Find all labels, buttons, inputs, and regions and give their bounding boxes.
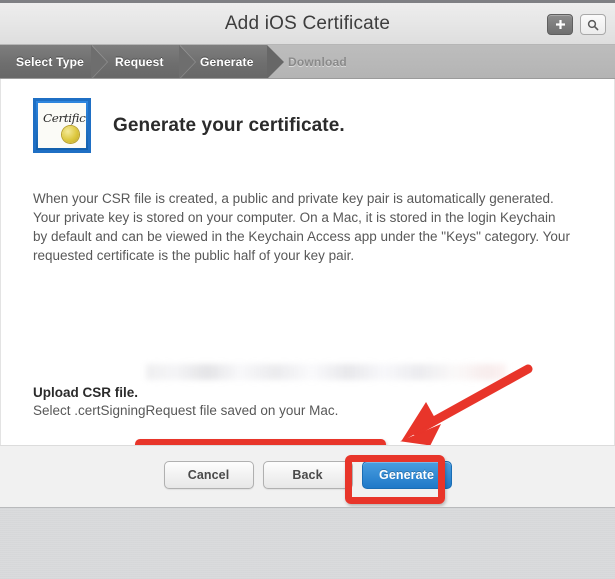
step-label: Select Type [16, 55, 85, 69]
plus-icon [555, 20, 565, 29]
step-current-arrow [267, 45, 284, 78]
certificate-seal-icon [62, 126, 79, 143]
search-button[interactable] [580, 14, 606, 35]
step-request[interactable]: Request [115, 45, 164, 78]
add-button[interactable] [547, 14, 573, 35]
search-icon [587, 19, 599, 30]
step-label: Download [288, 55, 347, 69]
generate-button[interactable]: Generate [361, 461, 452, 489]
content-header: Certificate Generate your certificate. [33, 98, 345, 153]
step-separator-2 [179, 45, 196, 78]
modal-footer: Cancel Back Generate [0, 445, 615, 507]
certificate-icon-word: Certificate [43, 111, 86, 125]
step-generate[interactable]: Generate [200, 45, 254, 78]
cancel-button[interactable]: Cancel [163, 461, 254, 489]
step-breadcrumb: Select Type Request Generate Download [0, 45, 615, 79]
certificate-icon: Certificate [33, 98, 91, 153]
description-paragraph: When your CSR file is created, a public … [33, 191, 570, 263]
window-titlebar: Add iOS Certificate [0, 0, 615, 45]
upload-section-subtitle: Select .certSigningRequest file saved on… [33, 403, 339, 418]
window-title: Add iOS Certificate [224, 13, 391, 34]
step-download: Download [288, 45, 347, 78]
modal-content: Certificate Generate your certificate. W… [0, 79, 615, 505]
step-label: Generate [200, 55, 254, 69]
step-label: Request [115, 55, 164, 69]
add-certificate-modal: Add iOS Certificate Select Type Request … [0, 0, 615, 508]
back-button[interactable]: Back [262, 461, 353, 489]
upload-section-title: Upload CSR file. [33, 385, 139, 400]
page-title: Generate your certificate. [113, 114, 345, 136]
titlebar-actions [547, 14, 606, 35]
footer-button-row: Cancel Back Generate [0, 461, 615, 489]
step-select-type[interactable]: Select Type [16, 45, 85, 78]
step-separator-1 [91, 45, 108, 78]
redacted-text-line [146, 364, 506, 380]
